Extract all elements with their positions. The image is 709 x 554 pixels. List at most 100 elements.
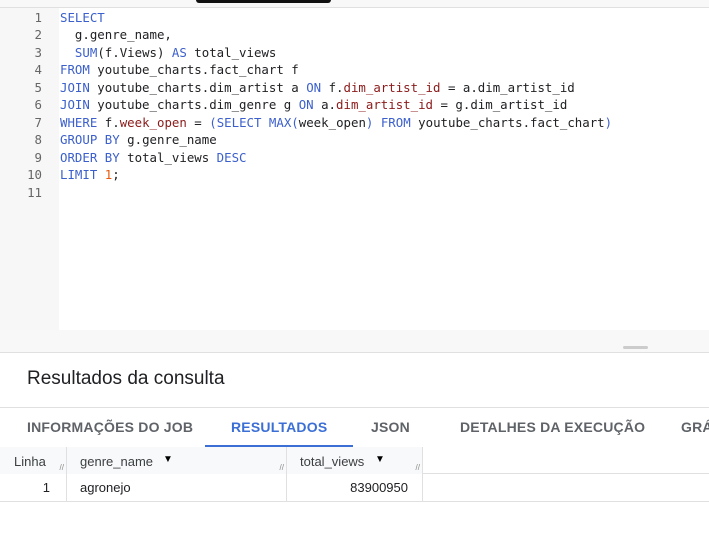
table-row: 1 agronejo 83900950 (0, 474, 709, 502)
code-text: GROUP BY g.genre_name (60, 131, 217, 149)
sort-dropdown-icon[interactable]: ▼ (163, 454, 173, 465)
line-number: 6 (34, 97, 42, 112)
cell-genre-name[interactable]: agronejo (67, 474, 287, 502)
code-text: g.genre_name, (60, 26, 172, 44)
code-token: a. (313, 97, 337, 112)
code-token: ) (604, 114, 613, 130)
code-line[interactable]: 3 SUM(f.Views) AS total_views (0, 44, 709, 62)
tab-job-info[interactable]: INFORMAÇÕES DO JOB (27, 408, 193, 448)
code-text: ORDER BY total_views DESC (60, 149, 247, 167)
code-token: dim_artist_id (343, 79, 441, 95)
code-line[interactable]: 6 JOIN youtube_charts.dim_genre g ON a.di… (0, 96, 709, 114)
code-token: DESC (216, 149, 247, 165)
code-token: week_open (119, 114, 187, 130)
line-number: 11 (27, 184, 42, 200)
line-number: 7 (34, 114, 42, 130)
code-token: dim_artist_id (336, 97, 434, 112)
line-number: 4 (34, 62, 42, 77)
code-token: ON (306, 79, 322, 95)
line-number: 8 (34, 132, 42, 147)
resize-handle-icon[interactable]: // (280, 463, 284, 472)
code-token: ; (112, 167, 120, 182)
code-token: AS (171, 44, 187, 60)
code-token: (SELECT (209, 114, 262, 130)
code-text: JOIN youtube_charts.dim_genre g ON a.dim… (60, 96, 567, 114)
code-token: SELECT (60, 9, 105, 25)
code-token: = (186, 114, 210, 130)
code-token: FROM (380, 114, 411, 130)
tab-json[interactable]: JSON (371, 408, 410, 448)
code-line[interactable]: 7 WHERE f.week_open = (SELECT MAX(week_op… (0, 114, 709, 132)
code-line[interactable]: 1 SELECT (0, 9, 709, 27)
code-line[interactable]: 4 FROM youtube_charts.fact_chart f (0, 61, 709, 79)
column-label: total_views (300, 454, 365, 469)
sort-dropdown-icon[interactable]: ▼ (375, 454, 385, 465)
code-text: FROM youtube_charts.fact_chart f (60, 61, 299, 79)
code-token: youtube_charts.fact_chart f (89, 62, 299, 77)
code-token: MAX( (268, 114, 299, 130)
resize-handle-icon[interactable]: // (60, 463, 64, 472)
code-line[interactable]: 10 LIMIT 1; (0, 166, 709, 184)
code-token: week_open (298, 114, 366, 130)
code-text: SUM(f.Views) AS total_views (60, 44, 276, 62)
code-text: WHERE f.week_open = (SELECT MAX(week_ope… (60, 114, 612, 132)
code-token: SUM (74, 44, 98, 60)
column-header-total-views[interactable]: total_views ▼ // (287, 447, 423, 474)
code-token: ON (298, 97, 314, 112)
code-token: JOIN (60, 97, 90, 112)
code-token: ORDER BY (60, 149, 120, 165)
column-header-row-number: Linha // (0, 447, 67, 474)
column-label: Linha (14, 454, 46, 469)
code-token: JOIN (60, 79, 90, 95)
code-text: LIMIT 1; (60, 166, 120, 184)
sql-editor[interactable]: 1 SELECT 2 g.genre_name, 3 SUM(f.Views) AS … (0, 8, 709, 330)
code-token: LIMIT (60, 167, 98, 182)
results-tabs: INFORMAÇÕES DO JOB RESULTADOS JSON DETAL… (0, 407, 709, 448)
tab-results[interactable]: RESULTADOS (205, 408, 354, 448)
top-bar (0, 0, 709, 8)
code-token: total_views (119, 149, 217, 165)
line-number: 3 (34, 44, 42, 60)
column-label: genre_name (80, 454, 153, 469)
results-title: Resultados da consulta (27, 368, 225, 389)
code-token: total_views (186, 44, 277, 60)
tab-chart[interactable]: GRÁ (681, 408, 709, 448)
code-token: youtube_charts.dim_artist a (89, 79, 307, 95)
code-token: WHERE (60, 114, 98, 130)
code-line[interactable]: 11 (0, 184, 709, 202)
code-token: GROUP BY (60, 132, 120, 147)
row-number: 1 (0, 474, 67, 502)
line-number: 10 (27, 167, 42, 182)
column-header-genre-name[interactable]: genre_name ▼ // (67, 447, 287, 474)
overlay-bar (196, 0, 331, 3)
line-number: 5 (34, 79, 42, 95)
code-line[interactable]: 8 GROUP BY g.genre_name (0, 131, 709, 149)
line-number: 1 (34, 9, 42, 25)
drag-handle-icon[interactable] (623, 346, 648, 349)
code-token: f. (97, 114, 120, 130)
code-token: FROM (60, 62, 90, 77)
pane-splitter[interactable] (0, 330, 709, 353)
tab-execution-details[interactable]: DETALHES DA EXECUÇÃO (460, 408, 645, 448)
code-line[interactable]: 9 ORDER BY total_views DESC (0, 149, 709, 167)
cell-total-views[interactable]: 83900950 (287, 474, 423, 502)
resize-handle-icon[interactable]: // (416, 463, 420, 472)
code-token: g.genre_name, (60, 27, 172, 42)
code-line[interactable]: 5 JOIN youtube_charts.dim_artist a ON f.d… (0, 79, 709, 97)
code-text: JOIN youtube_charts.dim_artist a ON f.di… (60, 79, 575, 97)
code-text: SELECT (60, 9, 105, 27)
code-token: youtube_charts.fact_chart (410, 114, 605, 130)
line-number: 2 (34, 27, 42, 42)
code-token: g.genre_name (119, 132, 217, 147)
code-token: youtube_charts.dim_genre g (89, 97, 299, 112)
code-line[interactable]: 2 g.genre_name, (0, 26, 709, 44)
line-number: 9 (34, 149, 42, 165)
code-token: (f.Views) (97, 44, 172, 60)
table-header: Linha // genre_name ▼ // total_views ▼ /… (0, 447, 709, 474)
code-token: = a.dim_artist_id (440, 79, 575, 95)
code-token: = g.dim_artist_id (433, 97, 568, 112)
